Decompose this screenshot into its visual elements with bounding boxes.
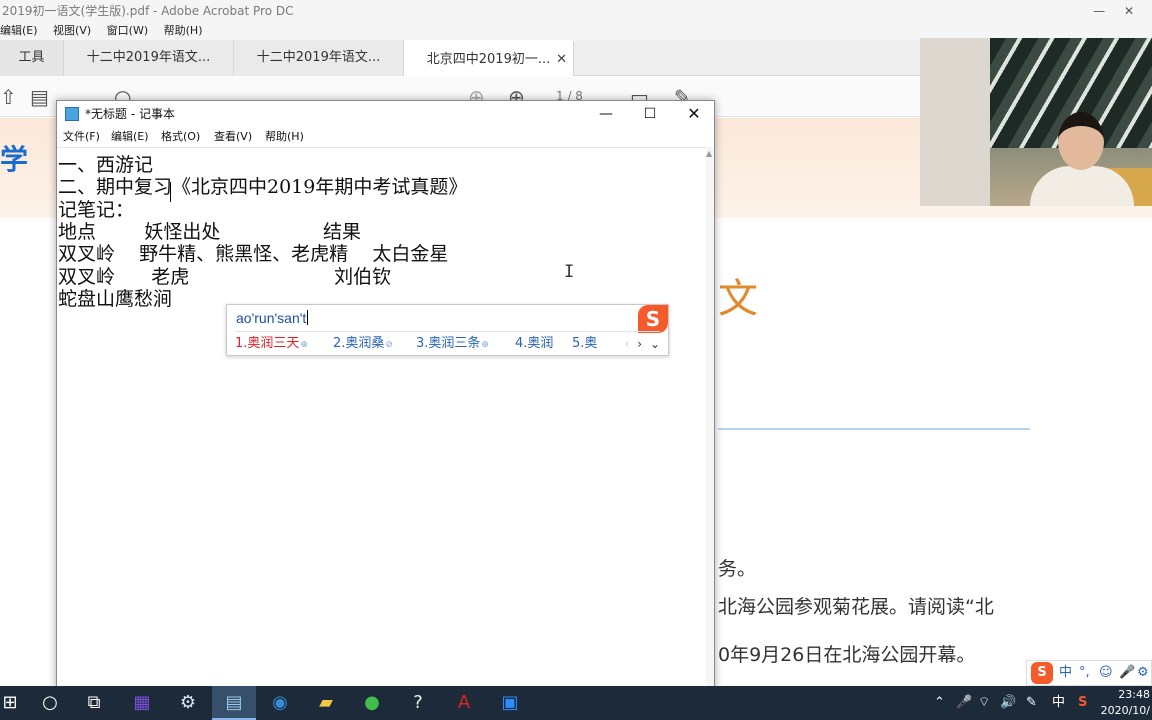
tray-mic-icon[interactable]: 🎤 xyxy=(956,686,972,720)
ibeam-cursor-icon: I xyxy=(564,262,575,282)
tray-volume-icon[interactable]: 🔊 xyxy=(1000,686,1016,720)
acrobat-titlebar: 2019初一语文(学生版).pdf - Adobe Acrobat Pro DC… xyxy=(0,0,1152,22)
webcam-video xyxy=(920,38,1152,206)
system-clock[interactable]: 23:48 2020/10/ xyxy=(1101,687,1150,719)
minimize-button[interactable]: — xyxy=(584,101,628,127)
sogou-logo-icon: S xyxy=(638,305,668,333)
clock-time: 23:48 xyxy=(1118,688,1150,701)
ime-pinyin-composition: ao'run'san't xyxy=(236,310,309,326)
cloud-icon: ⊕ xyxy=(300,340,308,350)
webcam-person-head xyxy=(1058,112,1104,170)
menu-format[interactable]: 格式(O) xyxy=(161,127,200,147)
notepad-title: *无标题 - 记事本 xyxy=(85,107,175,121)
upload-icon[interactable]: ⇧ xyxy=(0,85,17,109)
skin-icon[interactable]: ⚙ xyxy=(1137,661,1149,685)
notepad-text-area[interactable]: 一、西游记 二、期中复习《北京四中2019年期中考试真题》 记笔记： 地点 妖怪… xyxy=(57,147,706,689)
notepad-menubar: 文件(F) 编辑(E) 格式(O) 查看(V) 帮助(H) xyxy=(57,127,714,147)
tab-document-1[interactable]: 十二中2019年语文... xyxy=(64,40,234,76)
taskbar: ⊞ ○ ⧉ ▦ ⚙ ▤ ◉ ▰ ●? A ▣ ⌃ 🎤 ⌔ 🔊 ✎ 中 S 23:48 2020… xyxy=(0,686,1152,720)
ime-mode-toggle[interactable]: 中 xyxy=(1059,661,1072,685)
punctuation-icon[interactable]: °, xyxy=(1079,661,1090,685)
acrobat-close-button[interactable]: ✕ xyxy=(1116,0,1142,22)
acrobat-menu-view[interactable]: 视图(V) xyxy=(53,24,91,37)
menu-file[interactable]: 文件(F) xyxy=(63,127,100,147)
notepad-window: *无标题 - 记事本 — ☐ ✕ 文件(F) 编辑(E) 格式(O) 查看(V)… xyxy=(56,100,715,690)
ime-candidate-2-label: 2.奥润桑 xyxy=(333,336,385,351)
ime-pinyin-text: ao'run'san't xyxy=(236,310,307,326)
ime-candidate-popup: ao'run'san't S 1.奥润三天⊕ 2.奥润桑⊘ 3.奥润三条⊕ 4.… xyxy=(226,304,669,356)
menu-help[interactable]: 帮助(H) xyxy=(265,127,304,147)
ime-candidate-4[interactable]: 4.奥润 xyxy=(515,334,553,354)
clock-date: 2020/10/ xyxy=(1100,704,1150,717)
webcam-wall xyxy=(920,38,990,206)
tab-tools[interactable]: 工具 xyxy=(0,40,64,76)
page-logo: 学 xyxy=(0,143,29,176)
ime-candidate-1-label: 1.奥润三天 xyxy=(235,336,300,351)
page-divider xyxy=(718,428,1030,430)
tab-close-icon[interactable]: ✕ xyxy=(556,42,567,78)
ime-candidate-5[interactable]: 5.奥 xyxy=(572,334,597,354)
tray-chevron-icon[interactable]: ⌃ xyxy=(934,686,945,720)
ime-divider xyxy=(235,331,660,332)
sogou-status-icon[interactable]: S xyxy=(1031,662,1053,684)
voice-icon[interactable]: 🎤 xyxy=(1119,661,1135,685)
ime-next-page-icon[interactable]: › xyxy=(637,337,642,351)
menu-view[interactable]: 查看(V) xyxy=(214,127,252,147)
print-icon[interactable]: ▤ xyxy=(30,85,49,109)
tray-ime-mode[interactable]: 中 xyxy=(1052,686,1065,720)
notepad-titlebar[interactable]: *无标题 - 记事本 — ☐ ✕ xyxy=(57,101,714,127)
cloud-icon: ⊕ xyxy=(481,340,489,350)
app-browser-icon[interactable]: ◉ xyxy=(258,686,302,720)
acrobat-menu-window[interactable]: 窗口(W) xyxy=(107,24,148,37)
app-unknown-icon[interactable]: ? xyxy=(396,686,440,720)
app-purple-icon[interactable]: ▦ xyxy=(120,686,164,720)
tab-document-2[interactable]: 十二中2019年语文... xyxy=(234,40,404,76)
close-button[interactable]: ✕ xyxy=(672,101,716,127)
app-notepad-icon[interactable]: ▤ xyxy=(212,686,256,720)
ime-candidate-2[interactable]: 2.奥润桑⊘ xyxy=(333,334,393,355)
acrobat-window-title: 2019初一语文(学生版).pdf - Adobe Acrobat Pro DC xyxy=(2,4,294,18)
vertical-scrollbar[interactable]: ▲ xyxy=(706,147,714,689)
app-zoom-icon[interactable]: ▣ xyxy=(488,686,532,720)
page-text-line-1: 务。 xyxy=(718,558,757,580)
ime-caret xyxy=(307,310,309,325)
acrobat-minimize-button[interactable]: — xyxy=(1086,0,1112,22)
page-text-line-3: 0年9月26日在北海公园开幕。 xyxy=(718,644,976,666)
tab-document-3-active[interactable]: 北京四中2019初一... ✕ xyxy=(404,40,574,76)
scroll-up-icon[interactable]: ▲ xyxy=(706,149,712,158)
page-subject-heading: 文 xyxy=(718,276,758,322)
notepad-app-icon xyxy=(65,107,79,121)
tray-sogou-icon[interactable]: S xyxy=(1078,686,1087,720)
maximize-button[interactable]: ☐ xyxy=(628,101,672,127)
ime-prev-page-icon[interactable]: ‹ xyxy=(625,337,630,351)
acrobat-menu-help[interactable]: 帮助(H) xyxy=(164,24,203,37)
ime-candidate-3-label: 3.奥润三条 xyxy=(416,336,481,351)
tray-wifi-icon[interactable]: ⌔ xyxy=(978,686,990,720)
app-settings-icon[interactable]: ⚙ xyxy=(166,686,210,720)
ime-candidate-3[interactable]: 3.奥润三条⊕ xyxy=(416,334,489,355)
menu-edit[interactable]: 编辑(E) xyxy=(111,127,149,147)
app-wechat-icon[interactable]: ● xyxy=(350,686,394,720)
page-text-line-2: 北海公园参观菊花展。请阅读“北 xyxy=(718,596,994,618)
tab-document-3-label: 北京四中2019初一... xyxy=(426,52,551,67)
tray-pen-icon[interactable]: ✎ xyxy=(1026,686,1037,720)
ime-candidate-1[interactable]: 1.奥润三天⊕ xyxy=(235,334,308,355)
task-view-icon[interactable]: ⧉ xyxy=(72,686,116,720)
app-explorer-icon[interactable]: ▰ xyxy=(304,686,348,720)
ime-nav: ‹ › ⌄ xyxy=(621,334,660,354)
acrobat-menu-edit[interactable]: 编辑(E) xyxy=(0,24,38,37)
text-caret xyxy=(170,182,171,202)
check-icon: ⊘ xyxy=(385,340,393,350)
ime-status-bar: S 中 °, ☺ 🎤 ⚙ xyxy=(1026,660,1152,686)
ime-expand-icon[interactable]: ⌄ xyxy=(650,337,660,351)
app-acrobat-icon[interactable]: A xyxy=(442,686,486,720)
emoji-icon[interactable]: ☺ xyxy=(1099,661,1113,685)
search-taskbar-icon[interactable]: ○ xyxy=(28,686,72,720)
text-line-7: 蛇盘山鹰愁涧 xyxy=(58,288,173,310)
